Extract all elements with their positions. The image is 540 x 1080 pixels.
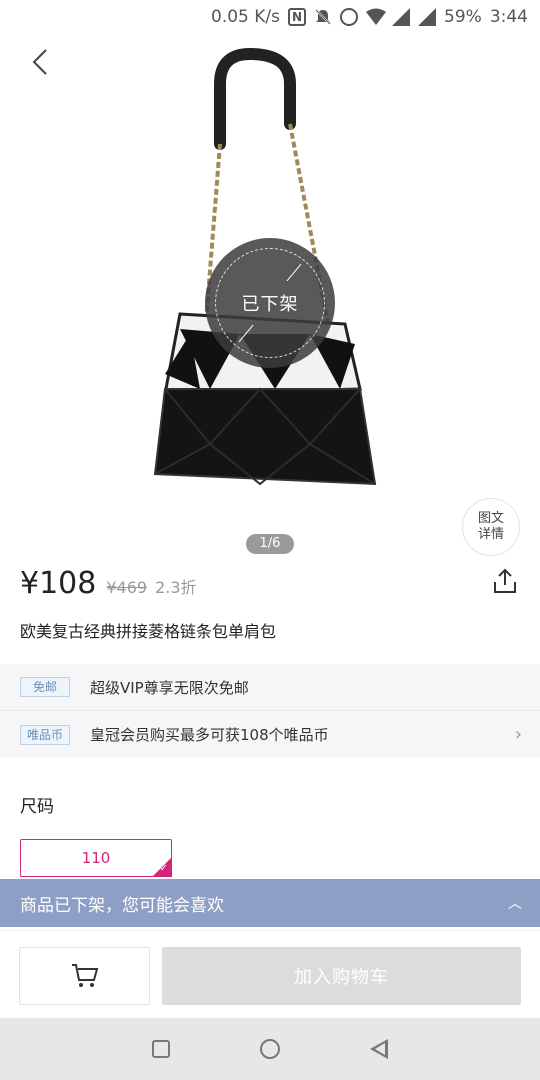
promo-free-shipping: 免邮 超级VIP尊享无限次免邮 [0, 664, 540, 711]
status-bar: 0.05 K/s N 59% 3:44 [0, 0, 540, 34]
recents-icon[interactable] [152, 1040, 170, 1058]
check-icon: ✓ [159, 863, 168, 874]
chevron-left-icon [32, 49, 47, 75]
off-shelf-badge: 已下架 [205, 238, 335, 368]
battery-percent: 59% [444, 7, 482, 27]
off-shelf-label: 已下架 [241, 294, 299, 315]
system-nav-bar [0, 1018, 540, 1080]
current-price: ¥108 [20, 566, 97, 601]
share-icon [494, 568, 516, 593]
image-pager-indicator: 1/6 [246, 534, 294, 554]
recommend-text: 商品已下架，您可能会喜欢 [20, 895, 224, 916]
add-to-cart-button[interactable]: 加入购物车 [162, 947, 521, 1005]
chevron-up-icon: ︿ [508, 896, 522, 912]
signal-icon [418, 8, 437, 26]
back-triangle-icon[interactable] [370, 1039, 388, 1059]
size-section-title: 尺码 [20, 797, 54, 817]
product-title: 欧美复古经典拼接菱格链条包单肩包 [20, 622, 277, 641]
clock: 3:44 [489, 7, 528, 27]
discount-label: 2.3折 [155, 578, 197, 597]
home-icon[interactable] [260, 1039, 280, 1059]
nfc-icon: N [288, 8, 307, 26]
recommend-bar[interactable]: 商品已下架，您可能会喜欢 ︿ [0, 879, 540, 927]
bottom-action-bar: 加入购物车 [0, 930, 540, 1018]
signal-icon [392, 8, 411, 26]
network-speed: 0.05 K/s [211, 7, 281, 27]
share-button[interactable] [490, 566, 520, 596]
back-button[interactable] [22, 44, 58, 80]
promotions-panel: 免邮 超级VIP尊享无限次免邮 唯品币 皇冠会员购买最多可获108个唯品币 › [0, 664, 540, 758]
promo-text: 皇冠会员购买最多可获108个唯品币 [90, 726, 329, 744]
price-row: ¥108 ¥469 2.3折 [20, 566, 520, 606]
original-price: ¥469 [106, 578, 148, 597]
promo-vip-coins[interactable]: 唯品币 皇冠会员购买最多可获108个唯品币 › [0, 711, 540, 758]
size-option[interactable]: 110 ✓ [20, 839, 172, 877]
alarm-icon [340, 8, 359, 26]
cart-icon [71, 964, 98, 987]
promo-tag: 唯品币 [20, 724, 71, 745]
detail-button[interactable]: 图文 详情 [462, 498, 520, 556]
product-image-carousel[interactable]: 已下架 图文 详情 1/6 [0, 34, 540, 556]
promo-tag: 免邮 [20, 677, 70, 697]
cart-button[interactable] [19, 947, 150, 1005]
chevron-right-icon: › [514, 724, 522, 745]
wifi-icon [366, 8, 387, 26]
size-option-label: 110 [81, 849, 111, 867]
detail-label-line2: 详情 [477, 527, 504, 542]
promo-text: 超级VIP尊享无限次免邮 [90, 678, 249, 697]
detail-label-line1: 图文 [477, 511, 504, 526]
mute-icon [314, 8, 332, 26]
